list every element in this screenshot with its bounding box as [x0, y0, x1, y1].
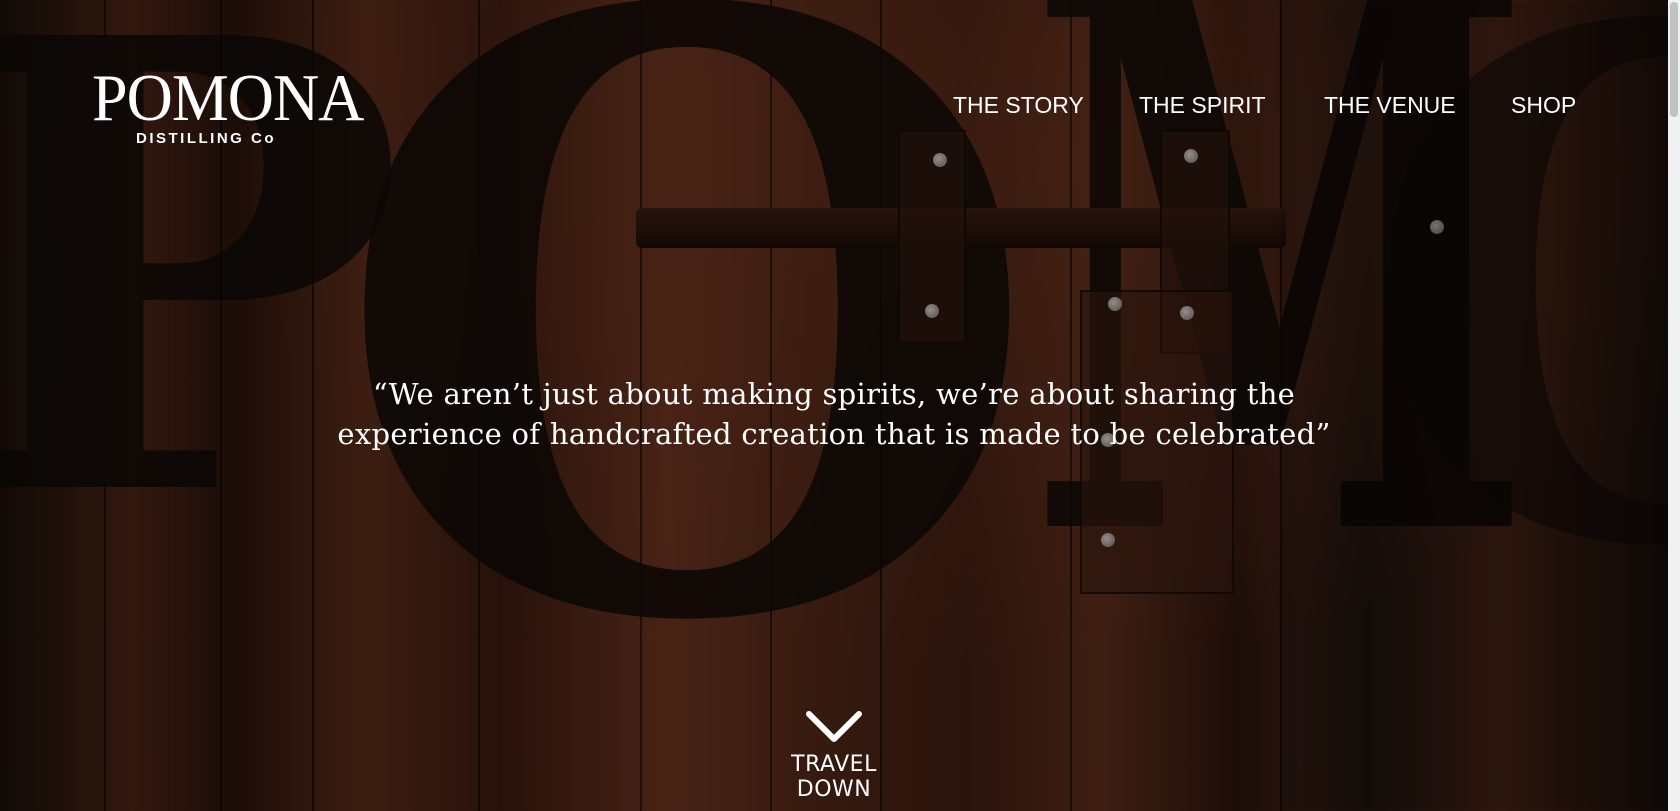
hero-quote: “We aren’t just about making spirits, we…	[300, 374, 1368, 454]
nav-item-the-venue[interactable]: THE VENUE	[1324, 92, 1456, 119]
hero-quote-line-2: experience of handcrafted creation that …	[337, 417, 1331, 451]
nav-item-the-story[interactable]: THE STORY	[953, 92, 1084, 119]
brand-logo[interactable]: POMONA DISTILLING Co	[92, 60, 364, 147]
scroll-down-button[interactable]: TRAVEL DOWN	[752, 710, 916, 802]
page-scrollbar[interactable]	[1668, 0, 1680, 811]
scroll-down-label: TRAVEL DOWN	[791, 752, 877, 802]
scrollbar-thumb[interactable]	[1670, 2, 1678, 117]
chevron-down-icon	[806, 711, 862, 742]
nav-item-the-spirit[interactable]: THE SPIRIT	[1139, 92, 1266, 119]
brand-name: POMONA	[92, 60, 364, 135]
brand-tagline: DISTILLING Co	[136, 130, 276, 147]
hero-quote-line-1: “We aren’t just about making spirits, we…	[372, 377, 1296, 411]
nav-item-shop[interactable]: SHOP	[1511, 92, 1576, 119]
